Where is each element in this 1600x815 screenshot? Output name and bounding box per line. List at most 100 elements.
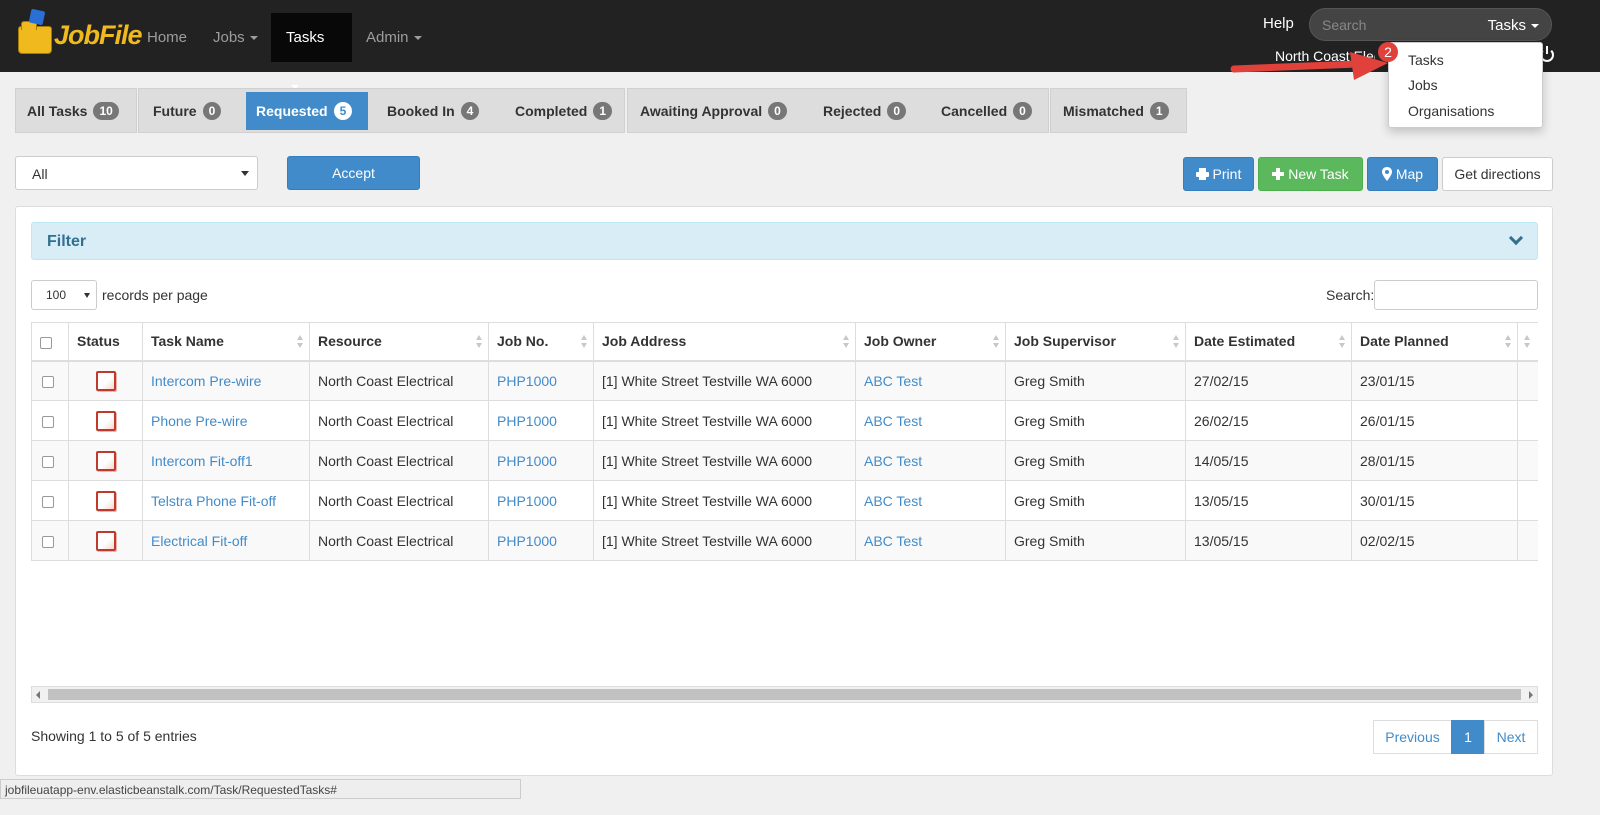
- search-input[interactable]: Search: [1322, 17, 1366, 33]
- pagination-page-1[interactable]: 1: [1451, 720, 1485, 754]
- map-button[interactable]: Map: [1367, 157, 1438, 191]
- col-overflow[interactable]: [1517, 322, 1538, 362]
- select-all-checkbox[interactable]: [40, 336, 52, 349]
- col-label: Date Estimated: [1194, 333, 1296, 350]
- help-link[interactable]: Help: [1263, 15, 1294, 32]
- col-job-address[interactable]: Job Address: [593, 322, 856, 362]
- get-directions-button[interactable]: Get directions: [1442, 157, 1553, 191]
- status-requested-icon[interactable]: [96, 410, 116, 431]
- date-planned-cell: 30/01/15: [1351, 480, 1518, 521]
- job-no-cell: PHP1000: [488, 480, 594, 521]
- menu-item-organisations[interactable]: Organisations: [1408, 103, 1494, 119]
- status-requested-icon[interactable]: [96, 490, 116, 511]
- select-all-header[interactable]: [31, 322, 69, 362]
- nav-admin[interactable]: Admin: [351, 13, 437, 62]
- task-name-link[interactable]: Electrical Fit-off: [151, 533, 247, 549]
- col-date-estimated[interactable]: Date Estimated: [1185, 322, 1352, 362]
- sort-icon: [1524, 335, 1530, 349]
- dropdown-arrow-icon: [241, 171, 249, 176]
- tab-cancelled[interactable]: Cancelled 0: [931, 92, 1042, 130]
- scroll-right-icon[interactable]: [1529, 691, 1533, 699]
- row-checkbox[interactable]: [42, 495, 54, 508]
- job-owner-link[interactable]: ABC Test: [864, 533, 922, 549]
- menu-item-tasks[interactable]: Tasks: [1408, 52, 1444, 68]
- jobfile-logo[interactable]: JobFile: [14, 8, 143, 58]
- job-no-cell: PHP1000: [488, 360, 594, 401]
- job-address-cell: [1] White Street Testville WA 6000: [593, 480, 856, 521]
- tab-awaiting-approval[interactable]: Awaiting Approval 0: [630, 92, 797, 130]
- task-name-link[interactable]: Phone Pre-wire: [151, 413, 248, 429]
- job-owner-link[interactable]: ABC Test: [864, 373, 922, 389]
- col-date-planned[interactable]: Date Planned: [1351, 322, 1518, 362]
- col-label: Job No.: [497, 333, 549, 350]
- table-search-input[interactable]: [1374, 280, 1538, 310]
- job-no-link[interactable]: PHP1000: [497, 453, 557, 469]
- menu-item-jobs[interactable]: Jobs: [1408, 77, 1438, 93]
- nav-tasks[interactable]: Tasks: [271, 13, 352, 90]
- date-estimated-cell: 13/05/15: [1185, 520, 1352, 561]
- tab-all-tasks[interactable]: All Tasks 10: [17, 92, 129, 130]
- job-owner-link[interactable]: ABC Test: [864, 413, 922, 429]
- pagination-next[interactable]: Next: [1484, 720, 1538, 754]
- nav-jobs[interactable]: Jobs: [198, 13, 273, 62]
- row-checkbox[interactable]: [42, 376, 54, 389]
- row-select-cell[interactable]: [31, 480, 69, 521]
- status-requested-icon[interactable]: [96, 450, 116, 471]
- row-select-cell[interactable]: [31, 360, 69, 401]
- status-requested-icon[interactable]: [96, 370, 116, 391]
- horizontal-scrollbar[interactable]: [31, 686, 1538, 703]
- row-select-cell[interactable]: [31, 520, 69, 561]
- bulk-action-select[interactable]: All: [15, 156, 258, 190]
- nav-tasks-label: Tasks: [286, 29, 325, 46]
- task-name-link[interactable]: Intercom Pre-wire: [151, 373, 261, 389]
- nav-home[interactable]: Home: [132, 13, 202, 62]
- row-checkbox[interactable]: [42, 455, 54, 468]
- pagination-previous[interactable]: Previous: [1373, 720, 1452, 754]
- tab-mismatched[interactable]: Mismatched 1: [1053, 92, 1179, 130]
- job-owner-cell: ABC Test: [855, 480, 1006, 521]
- table-row: Intercom Fit-off1 North Coast Electrical P…: [31, 440, 1538, 481]
- filter-header[interactable]: Filter: [31, 222, 1538, 260]
- job-owner-link[interactable]: ABC Test: [864, 453, 922, 469]
- task-name-link[interactable]: Intercom Fit-off1: [151, 453, 253, 469]
- tab-booked-in[interactable]: Booked In 4: [377, 92, 489, 130]
- records-per-page-select[interactable]: 100: [31, 280, 97, 310]
- tab-count-badge: 0: [1013, 102, 1032, 120]
- job-no-link[interactable]: PHP1000: [497, 493, 557, 509]
- col-label: Job Address: [602, 333, 687, 350]
- tab-label: Mismatched: [1063, 103, 1144, 119]
- search-scope-dropdown[interactable]: Tasks: [1488, 17, 1539, 34]
- scroll-thumb[interactable]: [48, 689, 1521, 700]
- row-checkbox[interactable]: [42, 415, 54, 428]
- tab-count-badge: 5: [333, 102, 353, 120]
- row-select-cell[interactable]: [31, 440, 69, 481]
- job-no-link[interactable]: PHP1000: [497, 413, 557, 429]
- col-job-supervisor[interactable]: Job Supervisor: [1005, 322, 1186, 362]
- status-requested-icon[interactable]: [96, 530, 116, 551]
- job-no-link[interactable]: PHP1000: [497, 533, 557, 549]
- tab-future[interactable]: Future 0: [143, 92, 231, 130]
- tab-requested[interactable]: Requested 5: [246, 92, 368, 130]
- print-button[interactable]: Print: [1183, 157, 1254, 191]
- col-job-no[interactable]: Job No.: [488, 322, 594, 362]
- tab-completed[interactable]: Completed 1: [505, 92, 622, 130]
- tab-group-all: All Tasks 10: [15, 88, 137, 133]
- row-select-cell[interactable]: [31, 400, 69, 441]
- task-name-cell: Electrical Fit-off: [142, 520, 310, 561]
- resource-cell: North Coast Electrical: [309, 440, 489, 481]
- task-name-link[interactable]: Telstra Phone Fit-off: [151, 493, 276, 509]
- job-owner-link[interactable]: ABC Test: [864, 493, 922, 509]
- tab-rejected[interactable]: Rejected 0: [813, 92, 916, 130]
- col-status[interactable]: Status: [68, 322, 143, 362]
- col-job-owner[interactable]: Job Owner: [855, 322, 1006, 362]
- new-task-button[interactable]: New Task: [1258, 157, 1363, 191]
- col-resource[interactable]: Resource: [309, 322, 489, 362]
- scroll-left-icon[interactable]: [36, 691, 40, 699]
- global-search[interactable]: Search Tasks: [1309, 8, 1552, 41]
- job-no-link[interactable]: PHP1000: [497, 373, 557, 389]
- col-task-name[interactable]: Task Name: [142, 322, 310, 362]
- col-label: Resource: [318, 333, 382, 350]
- chevron-down-icon[interactable]: [1508, 230, 1524, 246]
- row-checkbox[interactable]: [42, 535, 54, 548]
- accept-button[interactable]: Accept: [287, 156, 420, 190]
